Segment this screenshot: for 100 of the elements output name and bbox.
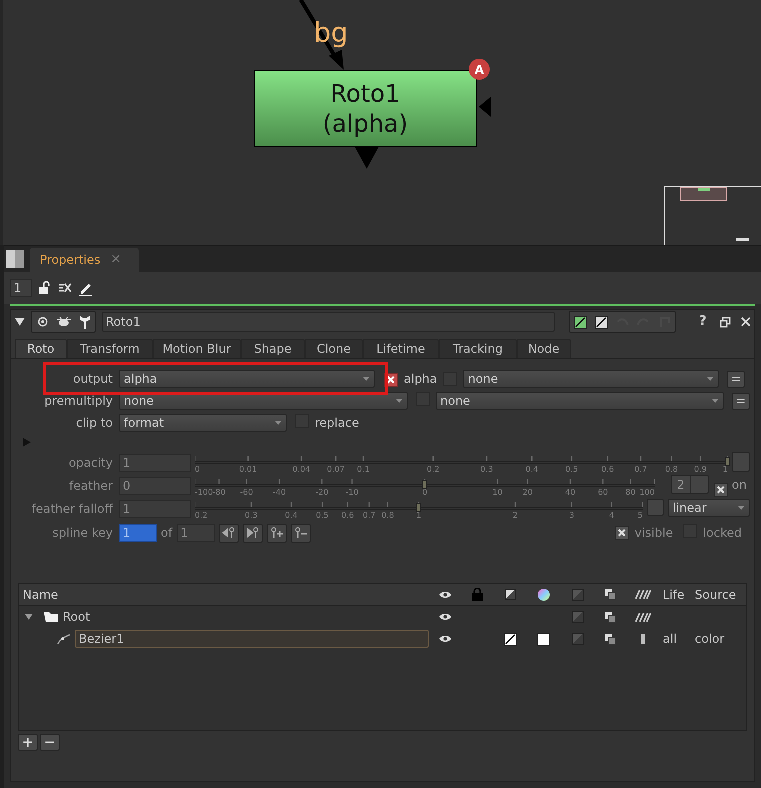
tick-label: 0.7	[362, 512, 376, 520]
link-button[interactable]: =	[732, 392, 750, 410]
column-header[interactable]: Life	[659, 586, 691, 604]
node-name-field[interactable]: Roto1	[102, 312, 555, 332]
tick-label: 0.8	[665, 466, 678, 474]
eye-icon[interactable]	[438, 590, 452, 598]
collapse-arrow-icon[interactable]	[15, 318, 25, 326]
checkbox-label: on	[732, 477, 747, 493]
eye-icon[interactable]	[438, 613, 452, 621]
tick-label: 0.6	[342, 512, 354, 520]
checkbox[interactable]	[614, 526, 629, 540]
remove-key-icon[interactable]	[290, 524, 311, 542]
tick-label: 3	[569, 512, 574, 520]
node-tab[interactable]: Roto	[15, 339, 67, 358]
node-badge: A	[469, 59, 490, 80]
dropdown[interactable]: format	[119, 414, 287, 432]
tick-label: 40	[565, 489, 576, 497]
overlay-icon[interactable]	[604, 589, 616, 600]
float-panel-icon[interactable]	[720, 316, 731, 328]
node-tab[interactable]: Node	[517, 339, 571, 358]
dropdown[interactable]: alpha	[119, 370, 375, 388]
slider-track[interactable]	[195, 477, 655, 489]
help-button[interactable]: ?	[696, 312, 710, 332]
tick-label: 0.6	[602, 466, 614, 474]
unlock-icon[interactable]	[38, 281, 52, 295]
tick-label: 10	[492, 489, 503, 497]
folder-icon	[43, 611, 59, 623]
column-header[interactable]: Name	[19, 586, 429, 604]
slider-handle[interactable]	[422, 480, 428, 489]
feather-width-field[interactable]: 2	[671, 475, 709, 494]
overlay-icon[interactable]	[604, 612, 616, 622]
dropdown[interactable]: none	[463, 370, 720, 388]
layer-name-field[interactable]: Bezier1	[75, 630, 429, 648]
slider-track[interactable]	[195, 500, 643, 512]
caret-icon	[712, 399, 719, 403]
tick-label: -80	[212, 489, 226, 497]
layer-name[interactable]: Root	[63, 608, 90, 626]
tick-label: 1	[722, 466, 728, 474]
check-mark-icon	[387, 376, 395, 384]
panel-tab[interactable]: Properties ×	[30, 248, 139, 272]
overlay-icon[interactable]	[604, 634, 616, 644]
add-button[interactable]: +	[18, 734, 38, 751]
tick-label: 0.07	[327, 466, 345, 474]
shapes-list[interactable]: Name Life Source Root Bezier1 all color	[18, 583, 747, 731]
tick-label: 100	[640, 489, 655, 497]
slider-track[interactable]	[195, 454, 728, 466]
node-graph[interactable]: bg Roto1 (alpha) A	[0, 0, 761, 245]
link-button[interactable]: =	[727, 370, 746, 388]
checkbox-label: replace	[315, 415, 360, 432]
column-header[interactable]: Source	[691, 586, 746, 604]
motion-blur-icon[interactable]	[634, 590, 650, 599]
node-tab[interactable]: Tracking	[439, 339, 517, 358]
close-icon[interactable]	[741, 317, 751, 327]
tick-label: 0	[422, 489, 428, 497]
tick-label: 0.04	[292, 466, 310, 474]
tick-label: -100	[195, 489, 214, 497]
add-key-icon[interactable]	[266, 524, 287, 542]
next-key-icon[interactable]	[242, 524, 263, 542]
tick-label: 80	[626, 489, 636, 497]
knob-label: output	[72, 371, 113, 388]
channel-label: alpha	[404, 371, 438, 388]
caret-icon	[707, 377, 714, 381]
life-bar-icon	[640, 634, 644, 644]
caret-icon	[363, 377, 370, 381]
falloff-type-dropdown[interactable]: linear	[668, 499, 750, 517]
minimap[interactable]	[664, 186, 761, 245]
minimap-node	[680, 187, 727, 201]
node-subtitle: (alpha)	[322, 108, 408, 138]
tick-label: 5	[638, 512, 643, 520]
clear-panel-icon[interactable]	[58, 282, 72, 294]
knob-label: feather falloff	[30, 501, 113, 518]
remove-button[interactable]: −	[40, 734, 60, 751]
tick-label: 20	[522, 489, 533, 497]
prev-key-icon[interactable]	[218, 524, 239, 542]
max-panels-field[interactable]: 1	[10, 279, 32, 297]
tick-label: 0	[195, 466, 200, 474]
node-tab[interactable]: Clone	[305, 339, 363, 358]
tick-label: 0.5	[316, 512, 329, 520]
color-swatch[interactable]	[537, 632, 550, 646]
slider-handle[interactable]	[726, 457, 730, 466]
invert-icon[interactable]	[504, 632, 516, 646]
node-tab[interactable]: Transform	[67, 339, 153, 358]
tick-label: 2	[512, 512, 518, 520]
tick-label: 0.2	[195, 512, 208, 520]
checkbox-label: locked	[703, 525, 742, 542]
node-tab[interactable]: Shape	[241, 339, 305, 358]
checkbox-label: visible	[634, 525, 674, 542]
knob-label: clip to	[75, 415, 113, 432]
eye-icon[interactable]	[438, 635, 452, 643]
slider-handle[interactable]	[416, 503, 422, 512]
expand-arrow-icon[interactable]	[25, 614, 33, 620]
tick-label: 0.4	[526, 466, 538, 474]
dropdown[interactable]: none	[436, 392, 724, 410]
node-tab[interactable]: Motion Blur	[153, 339, 241, 358]
checkbox[interactable]	[714, 483, 728, 497]
curve-icon	[57, 633, 71, 645]
source-cell: color	[695, 632, 725, 646]
motion-blur-icon[interactable]	[634, 612, 650, 622]
tick-label: 0.2	[427, 466, 440, 474]
node-tab[interactable]: Lifetime	[363, 339, 439, 358]
